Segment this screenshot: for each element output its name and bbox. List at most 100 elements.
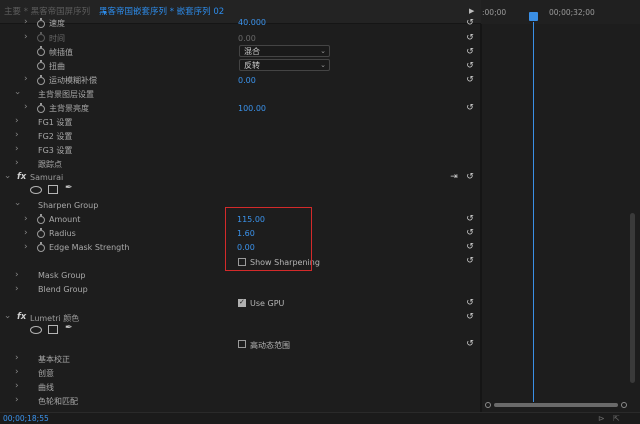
basic-correction-label: 基本校正 — [38, 355, 70, 364]
vertical-scrollbar-thumb[interactable] — [630, 213, 635, 383]
chevron-right-icon[interactable]: › — [15, 395, 19, 405]
reset-icon[interactable]: ↺ — [465, 18, 475, 28]
chevron-right-icon[interactable]: › — [15, 144, 19, 154]
edge-mask-label: Edge Mask Strength — [49, 243, 130, 252]
reset-icon[interactable]: ↺ — [465, 228, 475, 238]
chevron-right-icon[interactable]: › — [15, 353, 19, 363]
stopwatch-icon[interactable] — [37, 228, 45, 238]
master-clip-tab[interactable]: 主要 * 黑客帝国屏序列 — [4, 0, 92, 24]
duration-label: 时间 — [49, 34, 65, 43]
chevron-down-icon[interactable]: › — [2, 175, 12, 179]
chevron-down-icon: ⌄ — [320, 61, 326, 69]
chevron-right-icon[interactable]: › — [24, 242, 28, 252]
current-timecode[interactable]: 00;00;18;55 — [3, 414, 49, 423]
export-icon[interactable]: ⇱ — [613, 414, 620, 423]
chevron-down-icon[interactable]: › — [2, 315, 12, 319]
chevron-right-icon[interactable]: › — [15, 116, 19, 126]
zoom-handle-left[interactable] — [485, 402, 491, 408]
stopwatch-icon[interactable] — [37, 103, 45, 113]
warp-label: 扭曲 — [49, 62, 65, 71]
chevron-right-icon[interactable]: › — [15, 284, 19, 294]
chevron-right-icon[interactable]: › — [15, 381, 19, 391]
sharpen-group-label: Sharpen Group — [38, 201, 99, 210]
reset-icon[interactable]: ↺ — [465, 339, 475, 349]
chevron-right-icon[interactable]: › — [24, 74, 28, 84]
reset-icon[interactable]: ↺ — [465, 47, 475, 57]
chevron-right-icon[interactable]: › — [15, 270, 19, 280]
playhead-handle[interactable] — [529, 12, 538, 21]
tracking-label: 跟踪点 — [38, 160, 62, 169]
color-wheels-label: 色轮和匹配 — [38, 397, 78, 406]
hdr-label: 高动态范围 — [250, 341, 290, 350]
speed-value[interactable]: 40.000 — [238, 18, 266, 27]
reset-icon[interactable]: ↺ — [465, 33, 475, 43]
chevron-right-icon[interactable]: › — [24, 32, 28, 42]
play-triangle-icon[interactable]: ▶ — [469, 7, 474, 15]
chevron-right-icon[interactable]: › — [15, 130, 19, 140]
chevron-down-icon[interactable]: › — [12, 91, 22, 95]
hdr-checkbox[interactable] — [238, 340, 246, 348]
rectangle-mask-icon[interactable] — [48, 185, 58, 194]
creative-label: 创意 — [38, 369, 54, 378]
chevron-right-icon[interactable]: › — [24, 102, 28, 112]
fg1-label: FG1 设置 — [38, 118, 73, 127]
stopwatch-icon[interactable] — [37, 18, 45, 28]
bg-opacity-label: 主背景亮度 — [49, 104, 89, 113]
pen-mask-icon[interactable]: ✒ — [65, 183, 73, 193]
stopwatch-icon[interactable] — [37, 60, 45, 70]
reset-icon[interactable]: ↺ — [465, 172, 475, 182]
ellipse-mask-icon[interactable] — [30, 186, 42, 194]
use-gpu-checkbox[interactable] — [238, 298, 246, 307]
warp-selected: 反转 — [244, 61, 260, 70]
bg-opacity-value[interactable]: 100.00 — [238, 104, 266, 113]
speed-label: 速度 — [49, 19, 65, 28]
radius-label: Radius — [49, 229, 76, 238]
fx-badge[interactable]: fx — [17, 312, 26, 322]
bg-layer-label: 主背景图层设置 — [38, 90, 94, 99]
chevron-right-icon[interactable]: › — [15, 367, 19, 377]
horizontal-zoom-scrollbar[interactable] — [485, 402, 628, 408]
reset-icon[interactable]: ↺ — [465, 298, 475, 308]
stopwatch-icon[interactable] — [37, 75, 45, 85]
stopwatch-icon[interactable] — [37, 46, 45, 56]
playhead-line[interactable] — [533, 22, 534, 402]
reset-icon[interactable]: ↺ — [465, 61, 475, 71]
chevron-right-icon[interactable]: › — [24, 214, 28, 224]
effect-controls-window: 主要 * 黑客帝国屏序列 ▾ 黑客帝国嵌套序列 * 嵌套序列 02 ▶ :00;… — [0, 0, 640, 424]
fg3-label: FG3 设置 — [38, 146, 73, 155]
stopwatch-icon[interactable] — [37, 242, 45, 252]
motion-blur-value[interactable]: 0.00 — [238, 76, 256, 85]
reset-icon[interactable]: ↺ — [465, 103, 475, 113]
zoom-bar[interactable] — [494, 403, 618, 407]
chevron-right-icon[interactable]: › — [24, 228, 28, 238]
filter-icon[interactable]: ⊳ — [598, 414, 605, 423]
duration-value[interactable]: 0.00 — [238, 34, 256, 43]
stopwatch-icon[interactable] — [37, 32, 45, 42]
keyframe-nav-icon[interactable]: ⇥ — [449, 172, 459, 182]
reset-icon[interactable]: ↺ — [465, 214, 475, 224]
active-sequence-tab[interactable]: 黑客帝国嵌套序列 * 嵌套序列 02 — [99, 0, 233, 24]
reset-icon[interactable]: ↺ — [465, 75, 475, 85]
panel-header: 主要 * 黑客帝国屏序列 ▾ 黑客帝国嵌套序列 * 嵌套序列 02 ▶ :00;… — [0, 0, 640, 24]
use-gpu-label: Use GPU — [250, 299, 285, 308]
rectangle-mask-icon[interactable] — [48, 325, 58, 334]
fg2-label: FG2 设置 — [38, 132, 73, 141]
annotation-highlight-box — [225, 207, 312, 271]
chevron-right-icon[interactable]: › — [24, 17, 28, 27]
amount-label: Amount — [49, 215, 81, 224]
zoom-handle-right[interactable] — [621, 402, 627, 408]
frame-interp-selected: 混合 — [244, 47, 260, 56]
chevron-down-icon[interactable]: › — [12, 202, 22, 206]
warp-select[interactable]: 反转 ⌄ — [239, 59, 330, 71]
frame-interp-select[interactable]: 混合 ⌄ — [239, 45, 330, 57]
chevron-right-icon[interactable]: › — [15, 158, 19, 168]
reset-icon[interactable]: ↺ — [465, 256, 475, 266]
reset-icon[interactable]: ↺ — [465, 242, 475, 252]
ellipse-mask-icon[interactable] — [30, 326, 42, 334]
reset-icon[interactable]: ↺ — [465, 312, 475, 322]
panel-divider[interactable] — [480, 24, 482, 412]
pen-mask-icon[interactable]: ✒ — [65, 323, 73, 333]
curves-label: 曲线 — [38, 383, 54, 392]
stopwatch-icon[interactable] — [37, 214, 45, 224]
fx-badge[interactable]: fx — [17, 172, 26, 182]
